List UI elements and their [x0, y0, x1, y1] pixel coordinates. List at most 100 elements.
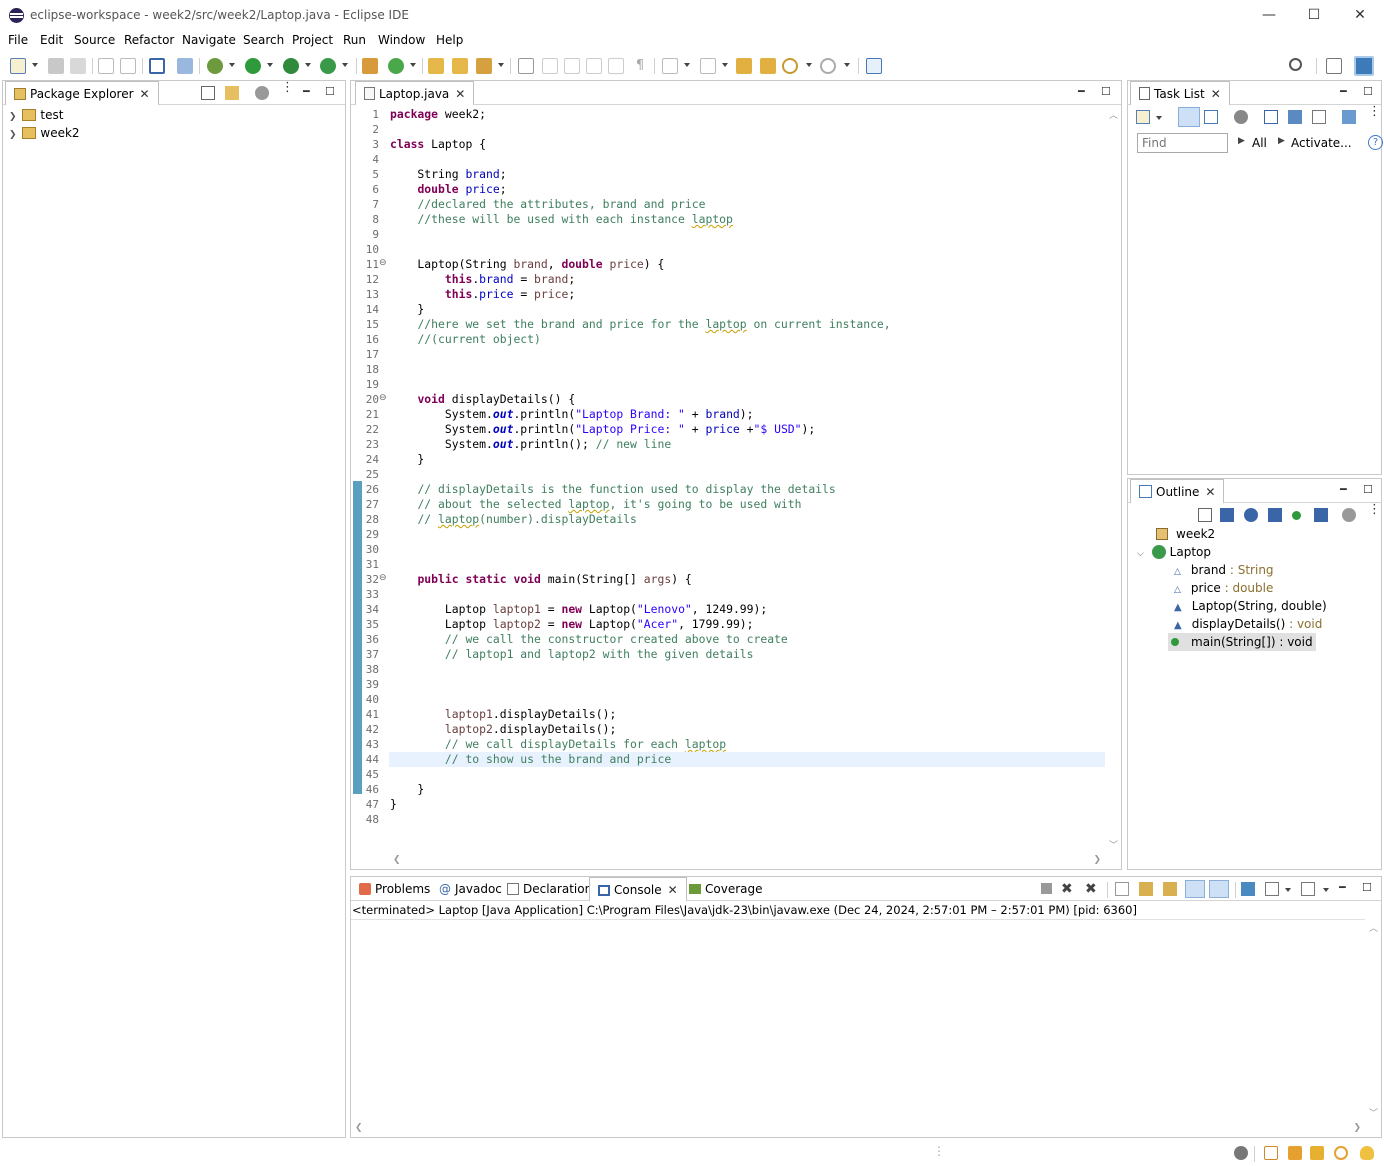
menu-search[interactable]: Search	[243, 33, 284, 47]
save-icon[interactable]	[48, 58, 64, 74]
code-line[interactable]: // we call the constructor created above…	[389, 632, 1105, 647]
code-line[interactable]: // about the selected laptop, it's going…	[389, 497, 1105, 512]
code-line[interactable]: class Laptop {	[389, 137, 1105, 152]
open-task-icon[interactable]	[452, 58, 468, 74]
code-line[interactable]	[389, 527, 1105, 542]
maximize-view-icon[interactable]: ☐	[1101, 85, 1111, 98]
redo-icon[interactable]	[120, 58, 136, 74]
show-on-stdout-icon[interactable]	[1185, 880, 1205, 898]
outline-item-method[interactable]: ▲ displayDetails() : void	[1174, 615, 1322, 633]
code-line[interactable]: package week2;	[389, 107, 1105, 122]
filters-icon[interactable]	[255, 86, 269, 100]
code-line[interactable]	[389, 692, 1105, 707]
pilcrow-icon[interactable]: ¶	[632, 58, 648, 74]
external-tools-icon[interactable]	[320, 58, 336, 74]
pencil-icon[interactable]	[1310, 1146, 1324, 1160]
toggle-highlight-icon[interactable]	[542, 58, 558, 74]
toggle-mark-occurrences-icon[interactable]	[518, 58, 534, 74]
last-edit-location-icon[interactable]	[736, 58, 752, 74]
view-menu-icon[interactable]: ⋮	[1368, 503, 1381, 522]
show-whitespace-icon[interactable]	[608, 58, 624, 74]
code-line[interactable]: System.out.println(); // new line	[389, 437, 1105, 452]
code-line[interactable]: System.out.println("Laptop Brand: " + br…	[389, 407, 1105, 422]
code-line[interactable]: System.out.println("Laptop Price: " + pr…	[389, 422, 1105, 437]
open-perspective-icon[interactable]	[1326, 58, 1342, 74]
code-line[interactable]: public static void main(String[] args) {	[389, 572, 1105, 587]
pin-editor-icon[interactable]	[866, 58, 882, 74]
code-line[interactable]: String brand;	[389, 167, 1105, 182]
tab-laptop-java[interactable]: Laptop.java ✕	[355, 81, 475, 106]
new-java-class-icon[interactable]	[388, 58, 404, 74]
close-icon[interactable]: ✕	[668, 883, 678, 897]
new-task-icon[interactable]	[1136, 110, 1150, 124]
code-line[interactable]: //these will be used with each instance …	[389, 212, 1105, 227]
code-line[interactable]: this.price = price;	[389, 287, 1105, 302]
new-dropdown-icon[interactable]	[32, 63, 38, 67]
tree-item-test[interactable]: ❯ test	[9, 106, 63, 124]
fold-toggle-icon[interactable]: ⊖	[379, 573, 387, 583]
scroll-down-icon[interactable]: ﹀	[1369, 1106, 1378, 1119]
focus-icon[interactable]	[1234, 110, 1248, 124]
previous-annotation-icon[interactable]	[700, 58, 716, 74]
code-line[interactable]	[389, 152, 1105, 167]
code-line[interactable]	[389, 227, 1105, 242]
code-line[interactable]: void displayDetails() {	[389, 392, 1105, 407]
categorized-icon[interactable]	[1178, 107, 1200, 127]
remove-launch-icon[interactable]: ✖	[1061, 882, 1075, 896]
menu-window[interactable]: Window	[378, 33, 425, 47]
minimize-view-icon[interactable]: ━	[303, 85, 310, 98]
close-icon[interactable]: ✕	[455, 87, 465, 101]
close-button[interactable]: ✕	[1337, 3, 1383, 27]
word-wrap-icon[interactable]	[586, 58, 602, 74]
coverage-icon[interactable]	[283, 58, 299, 74]
synchronize-icon[interactable]	[1342, 110, 1356, 124]
menu-project[interactable]: Project	[292, 33, 333, 47]
code-line[interactable]	[389, 662, 1105, 677]
fold-toggle-icon[interactable]: ⊖	[379, 258, 387, 268]
open-console-icon[interactable]	[1301, 882, 1315, 896]
code-line[interactable]: // we call displayDetails for each lapto…	[389, 737, 1105, 752]
tutorial-icon[interactable]	[1288, 1146, 1302, 1160]
vertical-scrollbar[interactable]: ︿ ﹀	[1365, 919, 1381, 1121]
hide-static-icon[interactable]	[1268, 508, 1282, 522]
save-all-icon[interactable]	[70, 58, 86, 74]
code-line[interactable]	[389, 347, 1105, 362]
search-tool-icon[interactable]	[476, 58, 492, 74]
code-line[interactable]: // to show us the brand and price	[389, 752, 1105, 767]
menu-source[interactable]: Source	[74, 33, 115, 47]
view-menu-icon[interactable]: ⋮	[1368, 105, 1381, 124]
menu-file[interactable]: File	[8, 33, 28, 47]
minimize-button[interactable]: —	[1246, 3, 1292, 27]
maximize-view-icon[interactable]: ☐	[1362, 881, 1372, 894]
collapse-all-icon[interactable]	[201, 86, 215, 100]
open-type-icon[interactable]	[428, 58, 444, 74]
code-line[interactable]: //declared the attributes, brand and pri…	[389, 197, 1105, 212]
chevron-down-icon[interactable]: ⌵	[1137, 549, 1144, 559]
help-icon[interactable]: ?	[1368, 135, 1383, 150]
code-line[interactable]: //(current object)	[389, 332, 1105, 347]
code-line[interactable]	[389, 362, 1105, 377]
outline-item-field[interactable]: △ brand : String	[1174, 561, 1274, 579]
find-input[interactable]	[1137, 133, 1228, 153]
minimize-view-icon[interactable]: ━	[1339, 881, 1346, 894]
tab-outline[interactable]: Outline ✕	[1130, 479, 1225, 504]
scroll-right-icon[interactable]: ❯	[1353, 1123, 1361, 1133]
scroll-lock-icon[interactable]	[1139, 882, 1153, 896]
new-icon[interactable]	[10, 58, 26, 74]
menu-edit[interactable]: Edit	[40, 33, 63, 47]
forward-icon[interactable]	[820, 58, 836, 74]
lightbulb-icon[interactable]	[1360, 1146, 1374, 1160]
link-with-editor-icon[interactable]	[225, 86, 239, 100]
show-on-stderr-icon[interactable]	[1209, 880, 1229, 898]
code-line[interactable]: laptop1.displayDetails();	[389, 707, 1105, 722]
vertical-scrollbar[interactable]: ︿ ﹀	[1105, 106, 1121, 853]
fold-toggle-icon[interactable]: ⊖	[379, 393, 387, 403]
sort-icon[interactable]	[1220, 508, 1234, 522]
scroll-up-icon[interactable]: ︿	[1369, 921, 1378, 934]
console-output[interactable]	[351, 919, 1365, 1121]
hide-fields-icon[interactable]	[1244, 508, 1258, 522]
code-line[interactable]: Laptop laptop1 = new Laptop("Lenovo", 12…	[389, 602, 1105, 617]
menu-help[interactable]: Help	[436, 33, 463, 47]
close-icon[interactable]: ✕	[1211, 87, 1221, 101]
next-edit-icon[interactable]	[760, 58, 776, 74]
